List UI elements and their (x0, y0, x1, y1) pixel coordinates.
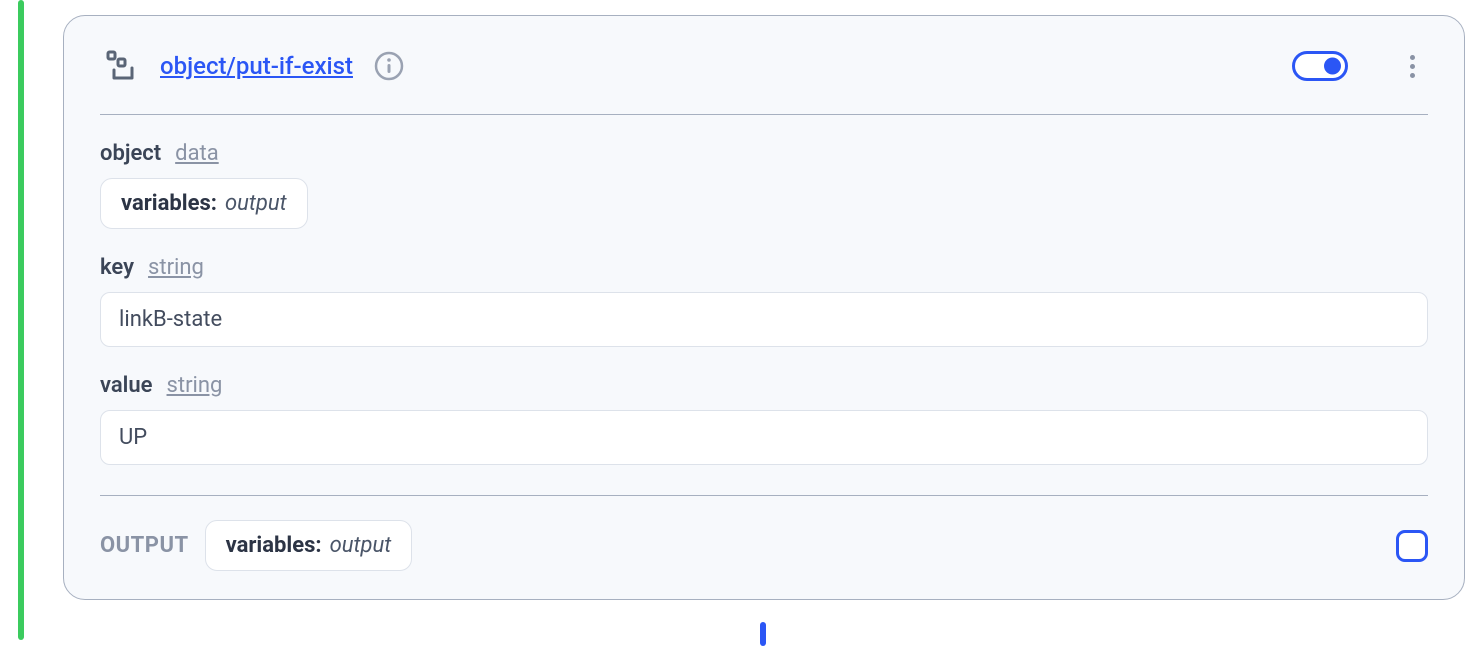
field-type-object[interactable]: data (175, 141, 219, 166)
chip-label: variables: (226, 533, 322, 558)
output-checkbox[interactable] (1396, 530, 1428, 562)
chip-label: variables: (121, 191, 217, 216)
function-title-link[interactable]: object/put-if-exist (160, 52, 353, 80)
field-object: object data variables: output (100, 141, 1428, 229)
field-type-value[interactable]: string (167, 373, 223, 398)
output-variable-chip[interactable]: variables: output (205, 520, 413, 571)
output-row: OUTPUT variables: output (100, 520, 1428, 571)
output-divider (100, 495, 1428, 496)
chip-value: output (330, 533, 392, 558)
function-card: object/put-if-exist object data variable… (63, 15, 1465, 600)
output-label: OUTPUT (100, 533, 189, 558)
toggle-knob (1324, 58, 1341, 75)
field-type-key[interactable]: string (148, 255, 204, 280)
field-label-key: key (100, 255, 134, 280)
flow-blue-connector (760, 622, 766, 646)
field-value: value string (100, 373, 1428, 465)
field-key: key string (100, 255, 1428, 347)
enable-toggle[interactable] (1292, 51, 1348, 81)
info-icon[interactable] (373, 50, 405, 82)
more-menu-button[interactable] (1396, 50, 1428, 82)
card-header: object/put-if-exist (100, 46, 1428, 115)
field-label-object: object (100, 141, 161, 166)
object-variable-chip[interactable]: variables: output (100, 178, 308, 229)
value-input[interactable] (100, 410, 1428, 465)
key-input[interactable] (100, 292, 1428, 347)
chip-value: output (225, 191, 287, 216)
field-label-value: value (100, 373, 153, 398)
flow-green-indicator (18, 0, 24, 640)
object-icon (100, 46, 140, 86)
